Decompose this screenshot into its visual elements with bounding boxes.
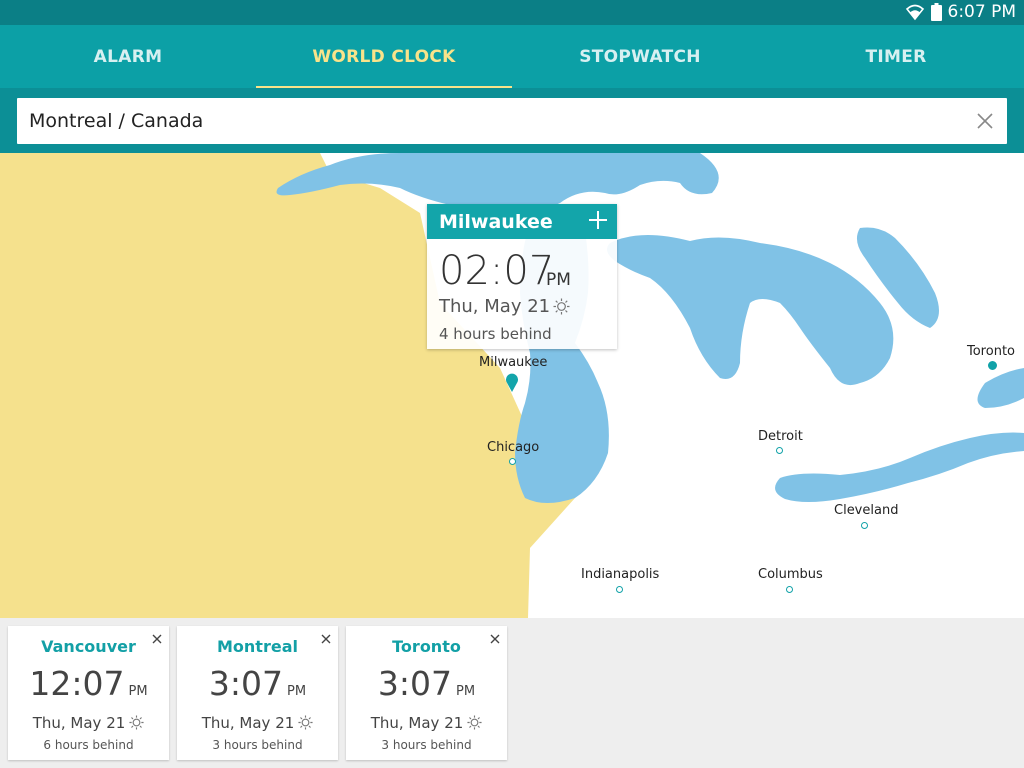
card-date-value: Thu, May 21	[370, 714, 464, 732]
tab-bar: ALARM WORLD CLOCK STOPWATCH TIMER	[0, 25, 1024, 88]
card-date: Thu, May 21	[177, 714, 338, 732]
card-city: Toronto	[392, 637, 461, 656]
city-label-chicago[interactable]: Chicago	[487, 440, 539, 455]
card-date: Thu, May 21	[346, 714, 507, 732]
sun-icon	[129, 715, 144, 730]
card-time: 3:07 PM	[177, 664, 338, 703]
card-time: 12:07 PM	[8, 664, 169, 703]
wifi-icon	[905, 3, 925, 21]
card-city: Montreal	[217, 637, 298, 656]
sun-icon	[467, 715, 482, 730]
city-card-toronto[interactable]: Toronto 3:07 PM Thu, May 21 3 hours behin…	[346, 626, 507, 760]
city-dot-cleveland[interactable]	[861, 522, 868, 529]
card-ampm: PM	[128, 684, 148, 699]
card-behind: 6 hours behind	[43, 738, 134, 752]
city-cards: Vancouver 12:07 PM Thu, May 21 6 hours be…	[0, 618, 1024, 768]
card-city: Vancouver	[41, 637, 136, 656]
card-ampm: PM	[287, 684, 307, 699]
clear-icon[interactable]	[975, 111, 995, 131]
tab-world-clock[interactable]: WORLD CLOCK	[256, 25, 512, 88]
card-behind: 3 hours behind	[212, 738, 303, 752]
battery-icon	[930, 3, 942, 21]
city-label-milwaukee[interactable]: Milwaukee	[479, 355, 547, 370]
popup-date: Thu, May 21	[439, 296, 551, 317]
city-label-cleveland[interactable]: Cleveland	[834, 503, 898, 518]
sun-icon	[553, 298, 570, 315]
tab-timer[interactable]: TIMER	[768, 25, 1024, 88]
card-date-value: Thu, May 21	[201, 714, 295, 732]
city-label-toronto[interactable]: Toronto	[967, 344, 1015, 359]
city-dot-chicago[interactable]	[509, 458, 516, 465]
popup-city: Milwaukee	[439, 211, 553, 233]
location-pin-icon[interactable]	[505, 372, 519, 392]
card-behind: 3 hours behind	[381, 738, 472, 752]
city-dot-toronto[interactable]	[988, 361, 997, 370]
card-date: Thu, May 21	[8, 714, 169, 732]
city-dot-detroit[interactable]	[776, 447, 783, 454]
lake-huron	[606, 234, 894, 386]
city-label-columbus[interactable]: Columbus	[758, 567, 823, 582]
tab-alarm[interactable]: ALARM	[0, 25, 256, 88]
popup-header: Milwaukee	[427, 204, 617, 239]
city-popup: Milwaukee 02:07 PM Thu, May 21 4 hours b…	[427, 204, 617, 349]
status-time: 6:07 PM	[947, 2, 1017, 22]
city-dot-columbus[interactable]	[786, 586, 793, 593]
sun-icon	[298, 715, 313, 730]
city-label-detroit[interactable]: Detroit	[758, 429, 803, 444]
city-card-vancouver[interactable]: Vancouver 12:07 PM Thu, May 21 6 hours be…	[8, 626, 169, 760]
status-icons: 6:07 PM	[905, 2, 1017, 22]
card-time-value: 3:07	[208, 664, 284, 703]
lake-ontario	[977, 368, 1024, 408]
popup-ampm: PM	[546, 270, 571, 290]
card-time-value: 12:07	[29, 664, 125, 703]
city-label-indianapolis[interactable]: Indianapolis	[581, 567, 659, 582]
card-time-value: 3:07	[377, 664, 453, 703]
card-ampm: PM	[456, 684, 476, 699]
add-icon[interactable]	[587, 209, 609, 231]
search-input[interactable]	[29, 98, 959, 144]
status-bar: 6:07 PM	[0, 0, 1024, 25]
tab-stopwatch[interactable]: STOPWATCH	[512, 25, 768, 88]
card-date-value: Thu, May 21	[32, 714, 126, 732]
search-box	[17, 98, 1007, 144]
city-dot-indianapolis[interactable]	[616, 586, 623, 593]
search-band	[0, 88, 1024, 153]
city-card-montreal[interactable]: Montreal 3:07 PM Thu, May 21 3 hours behi…	[177, 626, 338, 760]
lake-erie	[775, 432, 1024, 502]
popup-time: 02:07	[439, 248, 555, 294]
card-time: 3:07 PM	[346, 664, 507, 703]
popup-behind: 4 hours behind	[439, 325, 552, 343]
